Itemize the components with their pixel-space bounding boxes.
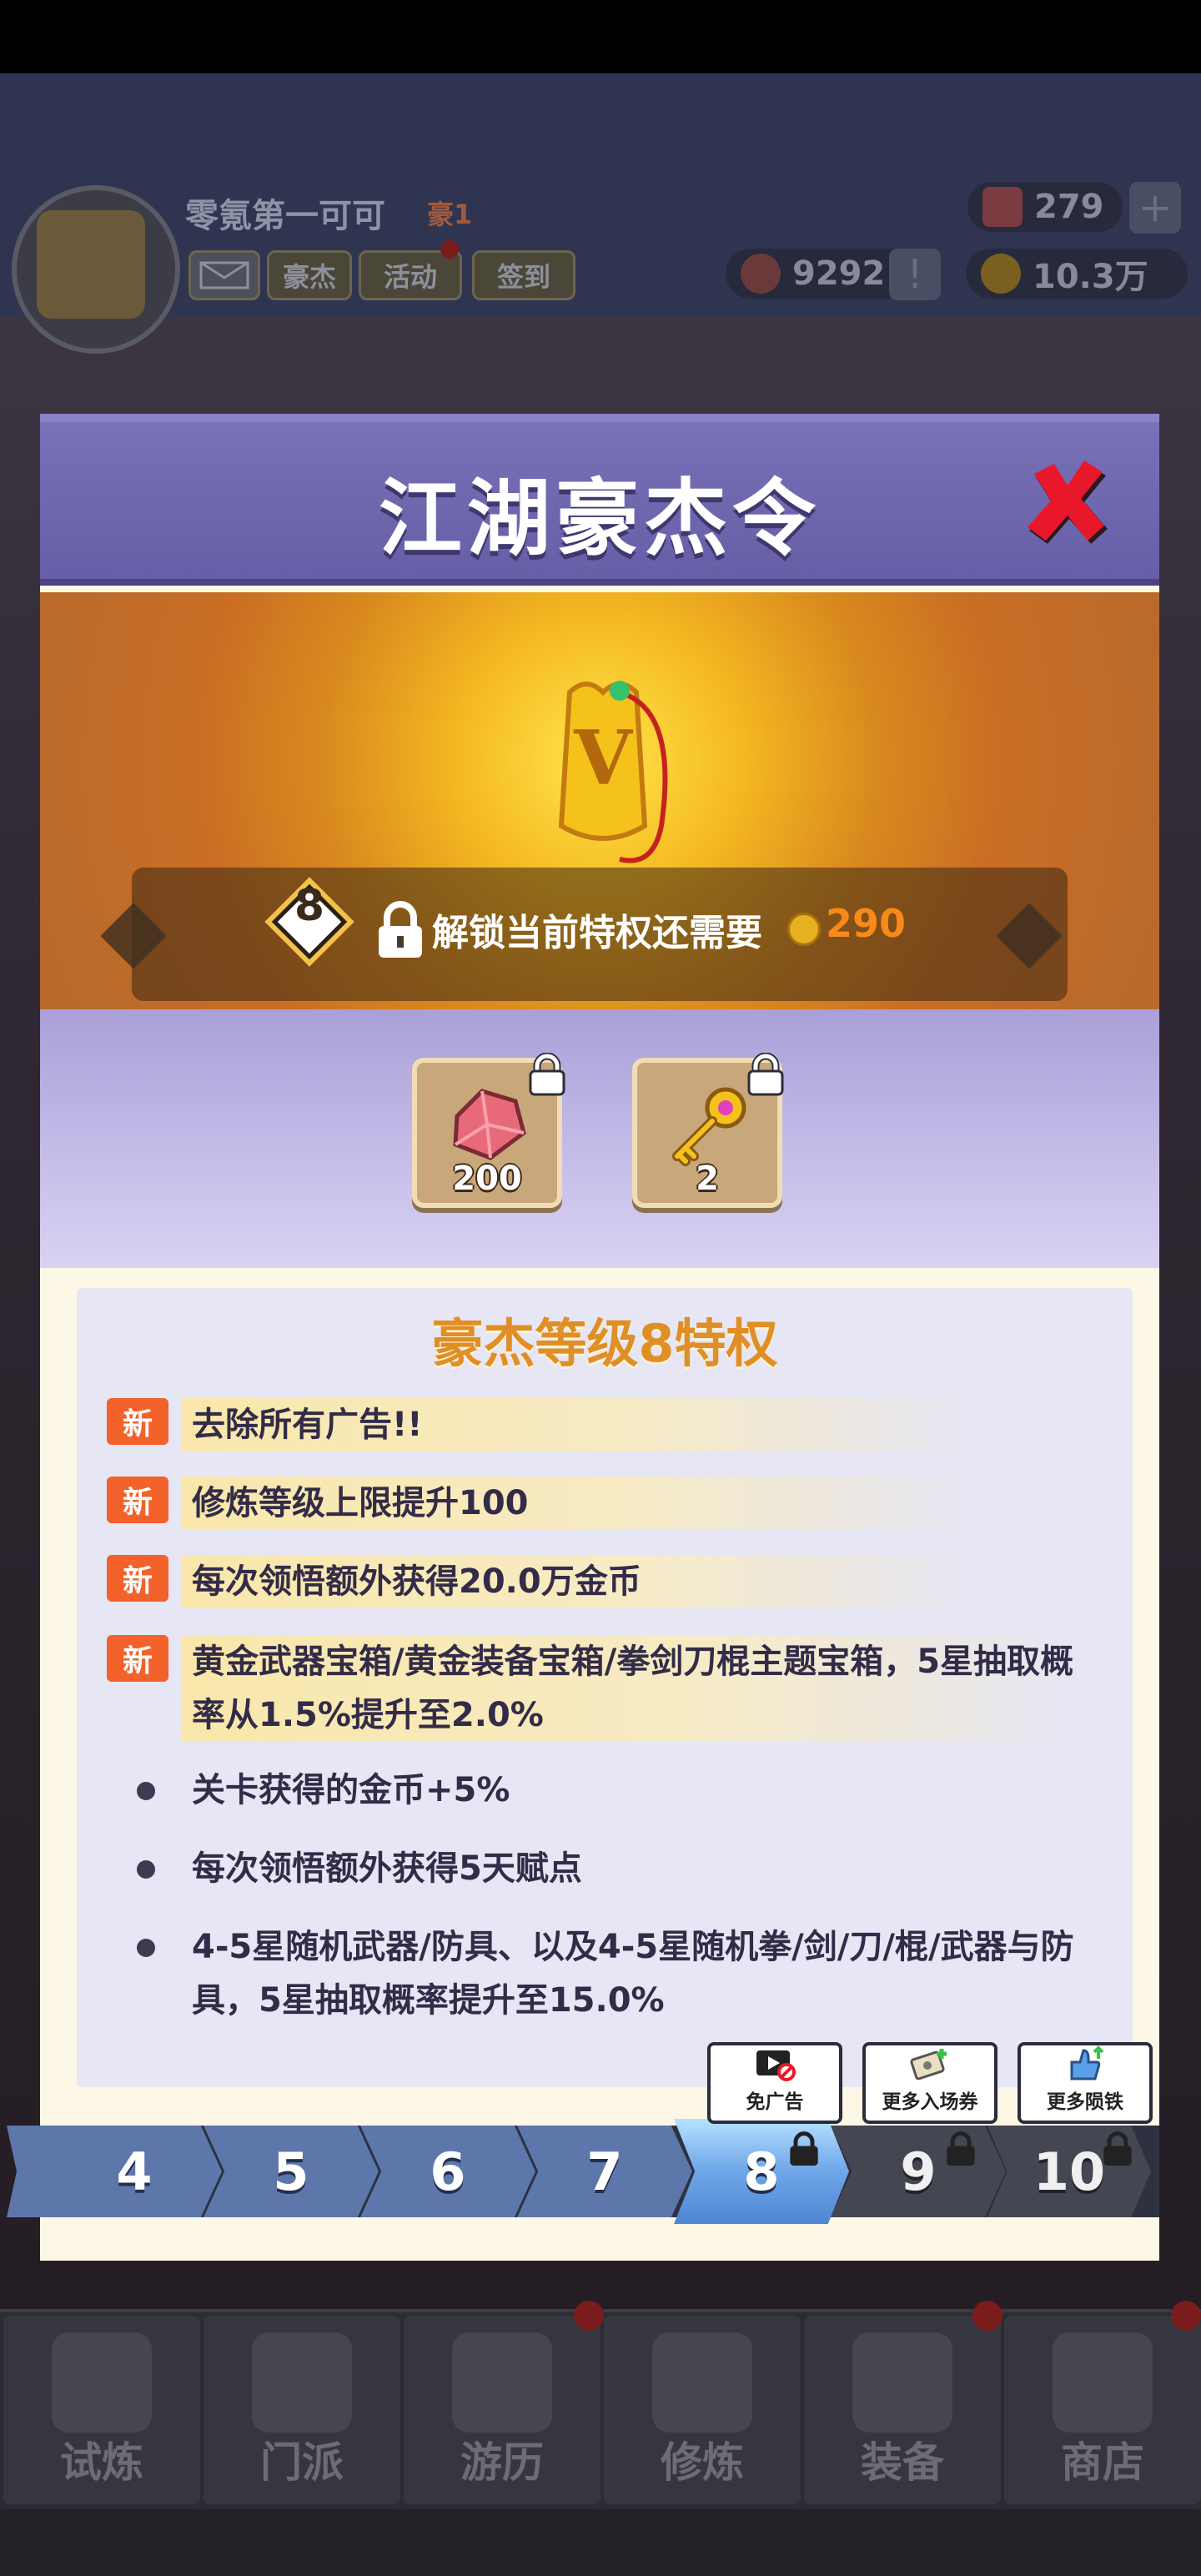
coin-icon [981, 254, 1021, 294]
tooltip-more-iron: 更多陨铁 [1018, 2042, 1153, 2124]
video-ad-icon [756, 2050, 796, 2081]
mail-icon [199, 261, 249, 289]
trial-icon [52, 2332, 152, 2433]
nav-shop[interactable]: 商店 [1004, 2316, 1201, 2504]
bullet [137, 1939, 155, 1957]
honor-icon [741, 254, 781, 294]
privilege-item: 黄金武器宝箱/黄金装备宝箱/拳剑刀棍主题宝箱，5星抽取概率从1.5%提升至2.0… [192, 1643, 1074, 1734]
coin-counter: 10.3万 [966, 249, 1188, 299]
vip-token-icon: V [558, 681, 668, 863]
honor-info-button[interactable]: ! [889, 249, 941, 300]
lock-icon [1103, 2131, 1132, 2166]
vip-level-tag: 豪1 [427, 199, 473, 230]
privilege-item: 关卡获得的金币+5% [192, 1771, 510, 1809]
lock-icon [379, 901, 422, 958]
ticket-icon [910, 2049, 947, 2080]
nav-trial[interactable]: 试炼 [3, 2316, 200, 2504]
reward-count: 200 [452, 1160, 522, 1198]
nav-equipment[interactable]: 装备 [804, 2316, 1001, 2504]
equipment-icon [852, 2332, 952, 2433]
avatar-image [37, 210, 145, 319]
gem-icon [982, 187, 1023, 227]
new-badge: 新 [107, 1555, 168, 1602]
level-tab-7[interactable]: 7 [517, 2126, 692, 2217]
new-badge: 新 [107, 1477, 168, 1523]
level-badge-number: 8 [294, 881, 325, 931]
level-tab-4[interactable]: 4 [47, 2126, 222, 2217]
close-button[interactable] [1019, 455, 1118, 554]
privilege-item: 去除所有广告!! [192, 1406, 423, 1444]
shop-icon [1053, 2332, 1153, 2433]
privilege-item: 4-5星随机武器/防具、以及4-5星随机拳/剑/刀/棍/武器与防具，5星抽取概率… [192, 1928, 1074, 2020]
new-badge: 新 [107, 1398, 168, 1445]
player-name: 零氪第一可可 [185, 197, 385, 235]
lock-icon [790, 2131, 818, 2166]
level-tab-9[interactable]: 9 [831, 2126, 1006, 2217]
lock-icon [947, 2131, 975, 2166]
svg-text:V: V [573, 714, 634, 802]
privilege-item: 修炼等级上限提升100 [192, 1484, 529, 1522]
gem-icon [453, 1089, 526, 1160]
nav-cultivate[interactable]: 修炼 [604, 2316, 801, 2504]
tooltip-no-ads: 免广告 [707, 2042, 842, 2124]
checkin-button[interactable]: 签到 [472, 250, 575, 300]
modal-title: 江湖豪杰令 [379, 470, 821, 567]
travel-icon [452, 2332, 552, 2433]
notification-dot [574, 2301, 604, 2331]
notification-dot [1171, 2301, 1201, 2331]
level-tab-8-selected[interactable]: 8 [674, 2119, 849, 2224]
unlock-requirement-text: 解锁当前特权还需要 [432, 912, 762, 954]
hero-button[interactable]: 豪杰 [267, 250, 352, 300]
privilege-item: 每次领悟额外获得20.0万金币 [192, 1562, 641, 1601]
add-gems-button[interactable]: + [1129, 182, 1181, 234]
lock-icon [529, 1053, 565, 1096]
nav-sect[interactable]: 门派 [204, 2316, 400, 2504]
gem-counter: 279 [967, 182, 1123, 232]
close-icon [1028, 460, 1108, 544]
reward-count: 2 [696, 1160, 719, 1198]
key-icon [672, 1087, 746, 1166]
level-tab-5[interactable]: 5 [204, 2126, 379, 2217]
sect-icon [252, 2332, 352, 2433]
privilege-item: 每次领悟额外获得5天赋点 [192, 1849, 582, 1888]
status-bar [0, 0, 1201, 73]
lock-icon [747, 1053, 784, 1096]
notification-dot [972, 2301, 1003, 2331]
activity-notification-dot [440, 240, 459, 259]
mail-button[interactable] [188, 250, 260, 300]
cultivate-icon [652, 2332, 752, 2433]
level-tab-6[interactable]: 6 [360, 2126, 535, 2217]
bullet [137, 1860, 155, 1879]
tooltip-more-tickets: 更多入场券 [862, 2042, 997, 2124]
bullet [137, 1782, 155, 1800]
home-bar [0, 2509, 1201, 2576]
new-badge: 新 [107, 1635, 168, 1682]
meteor-iron-icon [1070, 2045, 1104, 2080]
hero-banner: V 8 解锁当前特权还需要 290 [40, 592, 1159, 1009]
reward-band [40, 1009, 1159, 1268]
nav-travel[interactable]: 游历 [404, 2316, 600, 2504]
unlock-cost: 290 [826, 901, 907, 946]
vip-coin-icon [787, 913, 821, 946]
privilege-title: 豪杰等级8特权 [431, 1313, 778, 1374]
